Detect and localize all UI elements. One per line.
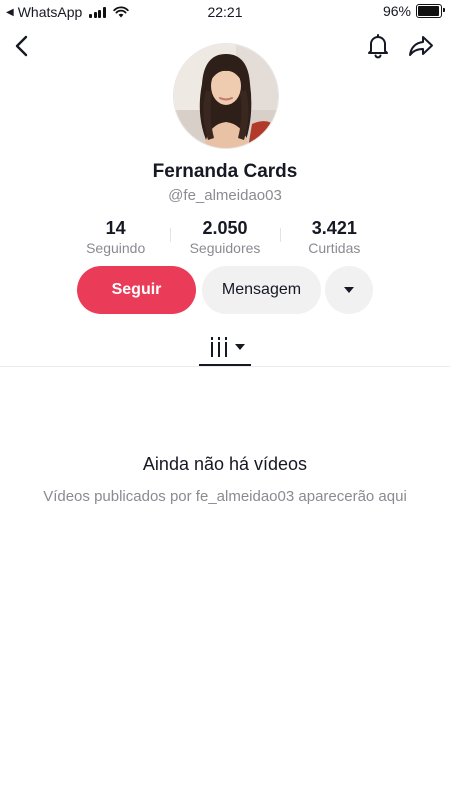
stat-label: Curtidas: [308, 240, 361, 256]
stat-value: 2.050: [202, 218, 248, 238]
tab-divider: [0, 366, 450, 367]
battery-icon: [416, 4, 445, 18]
stat-label: Seguindo: [86, 240, 146, 256]
battery-status: 96%: [382, 3, 445, 19]
grid-bars-icon: [211, 337, 227, 357]
videos-grid-icon: [209, 337, 245, 357]
bell-icon: [368, 34, 388, 59]
share-arrow-icon: [409, 36, 433, 56]
stat-value: 3.421: [311, 218, 357, 238]
empty-state-title: Ainda não há vídeos: [142, 454, 308, 474]
stat-label: Seguidores: [189, 240, 261, 256]
battery-percent: 96%: [382, 3, 411, 19]
message-button[interactable]: Mensagem: [202, 266, 321, 314]
profile-handle: @fe_almeidao03: [168, 187, 282, 204]
status-bar: ◀ WhatsApp 22:21 96%: [0, 0, 450, 24]
share-button[interactable]: [407, 32, 435, 60]
tab-caret-down-icon: [235, 344, 245, 350]
empty-state-subtitle: Vídeos publicados por fe_almeidao03 apar…: [43, 488, 407, 505]
profile-photo: [174, 44, 278, 148]
caret-down-icon: [344, 287, 354, 293]
chevron-left-icon: [15, 35, 28, 57]
battery-fill: [418, 6, 440, 16]
follow-button[interactable]: Seguir: [77, 266, 196, 314]
back-button[interactable]: [8, 32, 36, 60]
stat-following[interactable]: 14 Seguindo: [61, 218, 170, 256]
stat-value: 14: [105, 218, 126, 238]
tab-videos[interactable]: [199, 332, 251, 366]
stat-likes[interactable]: 3.421 Curtidas: [279, 218, 389, 256]
stat-followers[interactable]: 2.050 Seguidores: [170, 218, 279, 256]
profile-name: Fernanda Cards: [152, 161, 298, 182]
avatar[interactable]: [173, 43, 279, 149]
more-options-button[interactable]: [325, 266, 373, 314]
notifications-button[interactable]: [364, 32, 392, 60]
profile-stats: 14 Seguindo 2.050 Seguidores 3.421 Curti…: [61, 218, 389, 256]
